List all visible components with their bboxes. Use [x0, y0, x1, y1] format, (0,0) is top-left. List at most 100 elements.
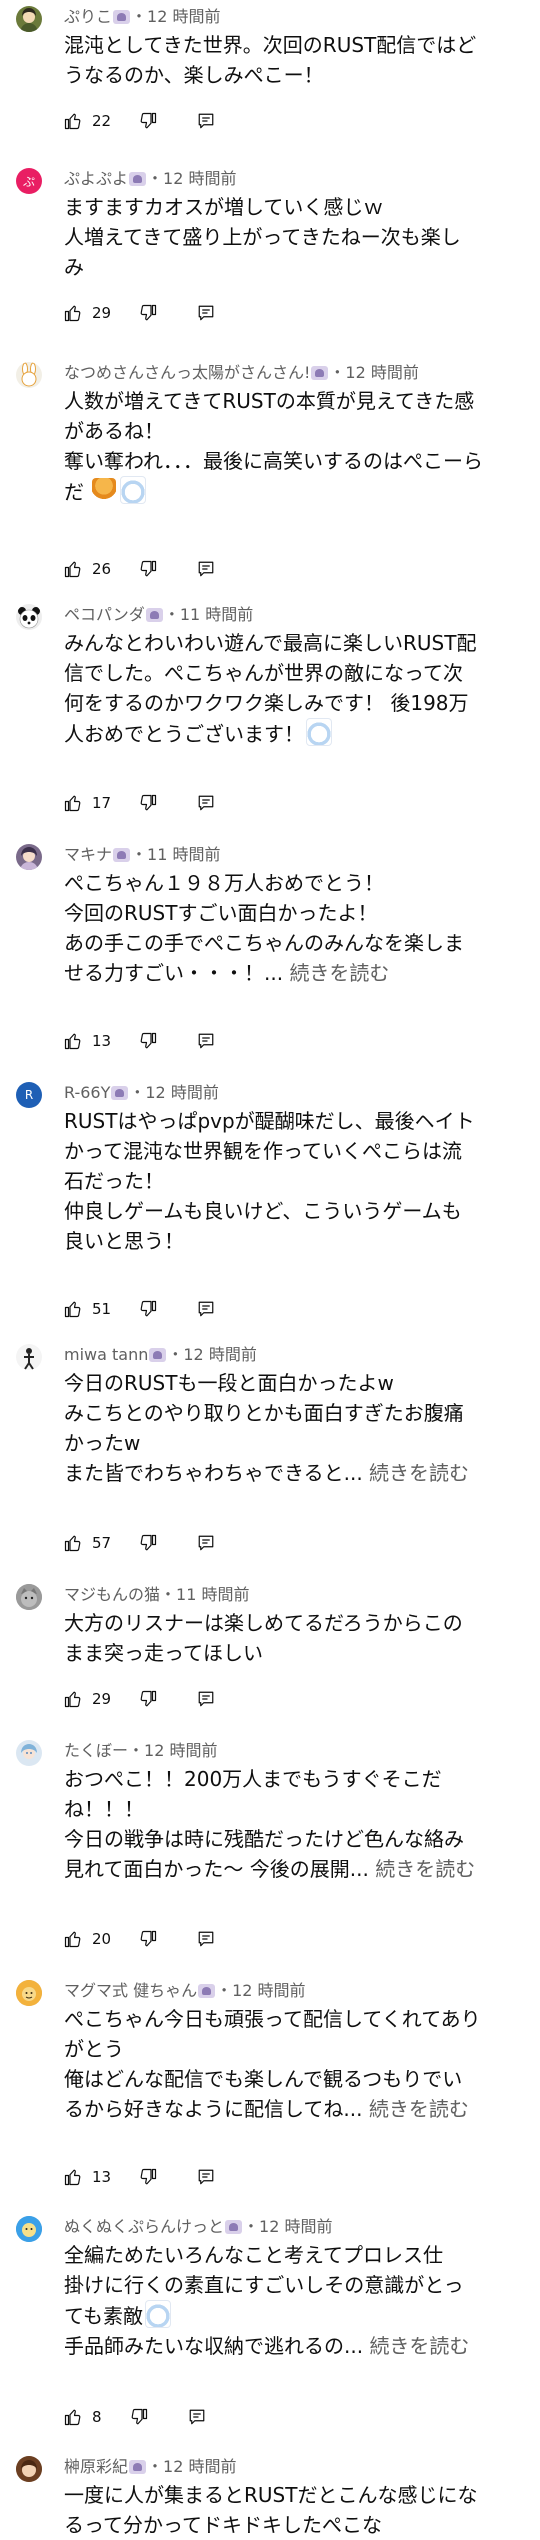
action-bar: 8 — [64, 2402, 206, 2432]
dislike-button[interactable] — [139, 1534, 157, 1552]
avatar-letter: R — [24, 1088, 34, 1102]
character-avatar-icon[interactable] — [16, 2456, 42, 2482]
dislike-button[interactable] — [139, 560, 157, 578]
character-avatar-icon[interactable] — [16, 844, 42, 870]
author-name[interactable]: たくぼー — [64, 1741, 128, 1760]
comment-body: なつめさんさんっ太陽がさんさん! ・12 時間前 人数が増えてきてRUSTの本質が… — [64, 362, 526, 507]
like-button[interactable]: 26 — [64, 560, 111, 578]
reply-button[interactable] — [197, 1032, 215, 1050]
action-bar: 22 — [64, 106, 215, 136]
comment-body: マジもんの猫・11 時間前 大方のリスナーは楽しめてるだろうからこの まま突っ走… — [64, 1584, 526, 1668]
member-badge-icon — [198, 1984, 216, 1998]
author-name[interactable]: ぬくぬくぷらんけっと — [64, 2217, 224, 2236]
author-name[interactable]: ぷりこ — [64, 7, 112, 26]
like-button[interactable]: 13 — [64, 1032, 111, 1050]
thumbs-down-icon — [140, 1690, 157, 1707]
dislike-button[interactable] — [139, 1690, 157, 1708]
like-button[interactable]: 13 — [64, 2168, 111, 2186]
reply-icon — [198, 113, 214, 129]
author-name[interactable]: マグマ式 健ちゃん — [64, 1981, 197, 2000]
timestamp: ・12 時間前 — [243, 2217, 333, 2236]
avatar[interactable]: R — [16, 1082, 42, 1108]
comment-line: まま突っ走ってほしい — [64, 1641, 263, 1665]
dislike-button[interactable] — [139, 794, 157, 812]
timestamp: ・12 時間前 — [167, 1345, 257, 1364]
reply-button[interactable] — [197, 304, 215, 322]
read-more-link[interactable]: 続きを読む — [375, 1857, 475, 1881]
read-more-link[interactable]: 続きを読む — [289, 961, 389, 985]
comment-line: ぺこちゃん１９８万人おめでとう！ — [64, 871, 384, 895]
thumbs-down-icon — [140, 1300, 157, 1317]
author-name[interactable]: マジもんの猫 — [64, 1585, 160, 1604]
comment-meta: ぷよぷよ ・12 時間前 — [64, 168, 526, 190]
thumbs-down-icon — [140, 112, 157, 129]
comment-line: ますますカオスが増していく感じｗ — [64, 195, 384, 219]
comment-line: ぺこちゃん今日も頑張って配信してくれてあり — [64, 2007, 481, 2031]
reply-button[interactable] — [197, 1300, 215, 1318]
member-badge-icon — [145, 608, 163, 622]
comment-line: 見れて面白かった〜 今後の展開... 続きを読む — [64, 1857, 476, 1881]
comment-line: 大方のリスナーは楽しめてるだろうからこの — [64, 1611, 463, 1635]
like-count: 29 — [92, 304, 112, 322]
avatar[interactable]: ぷ — [16, 168, 42, 194]
character-avatar-icon[interactable] — [16, 6, 42, 32]
read-more-link[interactable]: 続きを読む — [369, 1461, 469, 1485]
like-button[interactable]: 57 — [64, 1534, 111, 1552]
action-bar: 26 — [64, 554, 215, 584]
reply-button[interactable] — [197, 1690, 215, 1708]
author-name[interactable]: ペコパンダ — [64, 605, 145, 624]
rabbit-avatar-icon[interactable] — [16, 362, 42, 388]
read-more-link[interactable]: 続きを読む — [369, 2334, 469, 2358]
dislike-button[interactable] — [130, 2408, 148, 2426]
dislike-button[interactable] — [139, 1930, 157, 1948]
member-badge-icon — [111, 1086, 129, 1100]
author-name[interactable]: miwa tann — [64, 1345, 148, 1364]
author-name[interactable]: R-66Y — [64, 1083, 110, 1102]
thumbs-up-icon — [64, 2169, 81, 2186]
author-name[interactable]: ぷよぷよ — [64, 169, 128, 188]
figure-avatar-icon[interactable] — [16, 1344, 42, 1370]
like-button[interactable]: 20 — [64, 1930, 111, 1948]
character-avatar-icon[interactable] — [16, 2216, 42, 2242]
dislike-button[interactable] — [139, 2168, 157, 2186]
comment-line: があるね！ — [64, 419, 164, 443]
character-avatar-icon[interactable] — [16, 1740, 42, 1766]
action-bar: 57 — [64, 1528, 215, 1558]
panda-avatar-icon[interactable] — [16, 604, 42, 630]
thumbs-down-icon — [140, 2168, 157, 2185]
like-button[interactable]: 51 — [64, 1300, 111, 1318]
cat-avatar-icon[interactable] — [16, 1584, 42, 1610]
like-button[interactable]: 17 — [64, 794, 111, 812]
comment-text: RUSTはやっぱpvpが醍醐味だし、最後ヘイト かって混沌な世界観を作っていくぺ… — [64, 1106, 526, 1256]
dislike-button[interactable] — [139, 1300, 157, 1318]
reply-button[interactable] — [197, 1534, 215, 1552]
comment-line: だ — [64, 476, 526, 507]
read-more-link[interactable]: 続きを読む — [369, 2097, 469, 2121]
like-button[interactable]: 29 — [64, 304, 111, 322]
like-button[interactable]: 29 — [64, 1690, 111, 1708]
pekora-emoji-icon — [306, 718, 332, 746]
comment-body: ペコパンダ ・11 時間前 みんなとわいわい遊んで最高に楽しいRUST配 信でした… — [64, 604, 526, 749]
reply-icon — [198, 1691, 214, 1707]
like-button[interactable]: 8 — [64, 2408, 102, 2426]
dislike-button[interactable] — [139, 112, 157, 130]
comment-meta: ペコパンダ ・11 時間前 — [64, 604, 526, 626]
reply-button[interactable] — [197, 1930, 215, 1948]
reply-button[interactable] — [197, 794, 215, 812]
reply-button[interactable] — [197, 560, 215, 578]
dislike-button[interactable] — [139, 304, 157, 322]
reply-button[interactable] — [188, 2408, 206, 2426]
author-name[interactable]: マキナ — [64, 845, 112, 864]
author-name[interactable]: なつめさんさんっ太陽がさんさん! — [64, 363, 310, 382]
pekora-emoji-icon — [145, 2300, 171, 2328]
reply-button[interactable] — [197, 112, 215, 130]
author-name[interactable]: 榊原彩紀 — [64, 2457, 128, 2476]
comment-body: miwa tann ・12 時間前 今日のRUSTも一段と面白かったよw みこちと… — [64, 1344, 526, 1488]
comment-body: たくぼー・12 時間前 おつぺこ！！200万人までもうすぐそこだ ね！！！ 今日… — [64, 1740, 526, 1884]
like-button[interactable]: 22 — [64, 112, 111, 130]
comment-line: せる力すごい・・・！... 続きを読む — [64, 961, 390, 985]
reply-button[interactable] — [197, 2168, 215, 2186]
character-avatar-icon[interactable] — [16, 1980, 42, 2006]
comment-body: ぷりこ ・12 時間前 混沌としてきた世界。次回のRUST配信ではど うなるのか、… — [64, 6, 526, 90]
dislike-button[interactable] — [139, 1032, 157, 1050]
